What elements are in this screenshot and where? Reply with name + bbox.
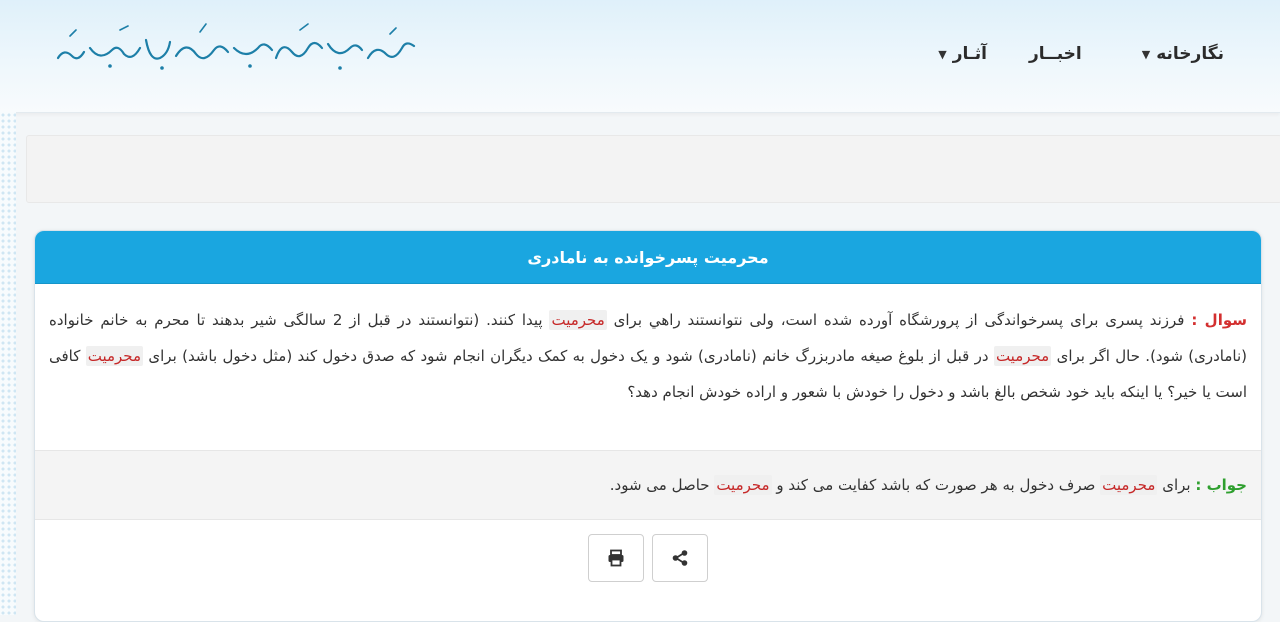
highlight-term: محرمیت: [549, 310, 607, 330]
nav-item-label: آثـار: [952, 44, 987, 64]
highlight-term: محرمیت: [714, 475, 772, 495]
nav-item-works[interactable]: آثـار: [953, 44, 987, 64]
calligraphy-logo-icon: [56, 23, 416, 70]
nav-item-label: اخبــار: [1028, 44, 1082, 64]
question-part: فرزند پسری برای پسرخواندگی از پرورشگاه آ…: [606, 311, 1192, 329]
card-title: محرمیت پسرخوانده به نامادری: [35, 231, 1261, 284]
answer-part: برای: [1157, 476, 1196, 494]
nav-item-label: نگارخانه: [1156, 44, 1224, 64]
share-icon: [672, 550, 688, 566]
site-header: ▼ آثـار اخبــار نگارخانه ▼: [0, 0, 1280, 113]
answer-part: صرف دخول به هر صورت که باشد کفایت می کند…: [771, 476, 1101, 494]
decorative-side-strip: [0, 112, 16, 615]
highlight-term: محرمیت: [1100, 475, 1158, 495]
chevron-down-icon: ▼: [1141, 47, 1151, 61]
answer-label: جواب :: [1195, 476, 1247, 494]
card-actions: [35, 520, 1261, 582]
answer-text: جواب : برای محرمیت صرف دخول به هر صورت ک…: [35, 450, 1261, 520]
nav-item-news[interactable]: اخبــار: [1029, 44, 1082, 64]
breadcrumb-bar: [26, 135, 1280, 203]
answer-part: حاصل می شود.: [609, 476, 715, 494]
site-logo[interactable]: [50, 18, 430, 78]
question-label: سوال :: [1191, 311, 1247, 329]
question-part: در قبل از بلوغ صیغه مادربزرگ خانم (ناماد…: [143, 347, 994, 365]
card-title-text: محرمیت پسرخوانده به نامادری: [527, 247, 769, 267]
share-button[interactable]: [652, 534, 708, 582]
print-button[interactable]: [588, 534, 644, 582]
nav-item-gallery[interactable]: نگارخانه ▼: [1142, 44, 1224, 64]
qa-card: محرمیت پسرخوانده به نامادری سوال : فرزند…: [34, 230, 1262, 622]
highlight-term: محرمیت: [85, 346, 144, 366]
print-icon: [608, 549, 624, 567]
chevron-down-icon: ▼: [938, 47, 947, 61]
nav-menu-toggle[interactable]: ▼: [938, 48, 952, 61]
question-text: سوال : فرزند پسری برای پسرخواندگی از پرو…: [35, 284, 1261, 450]
highlight-term: محرمیت: [993, 346, 1052, 366]
main-nav: ▼ آثـار اخبــار نگارخانه ▼: [938, 44, 1266, 64]
